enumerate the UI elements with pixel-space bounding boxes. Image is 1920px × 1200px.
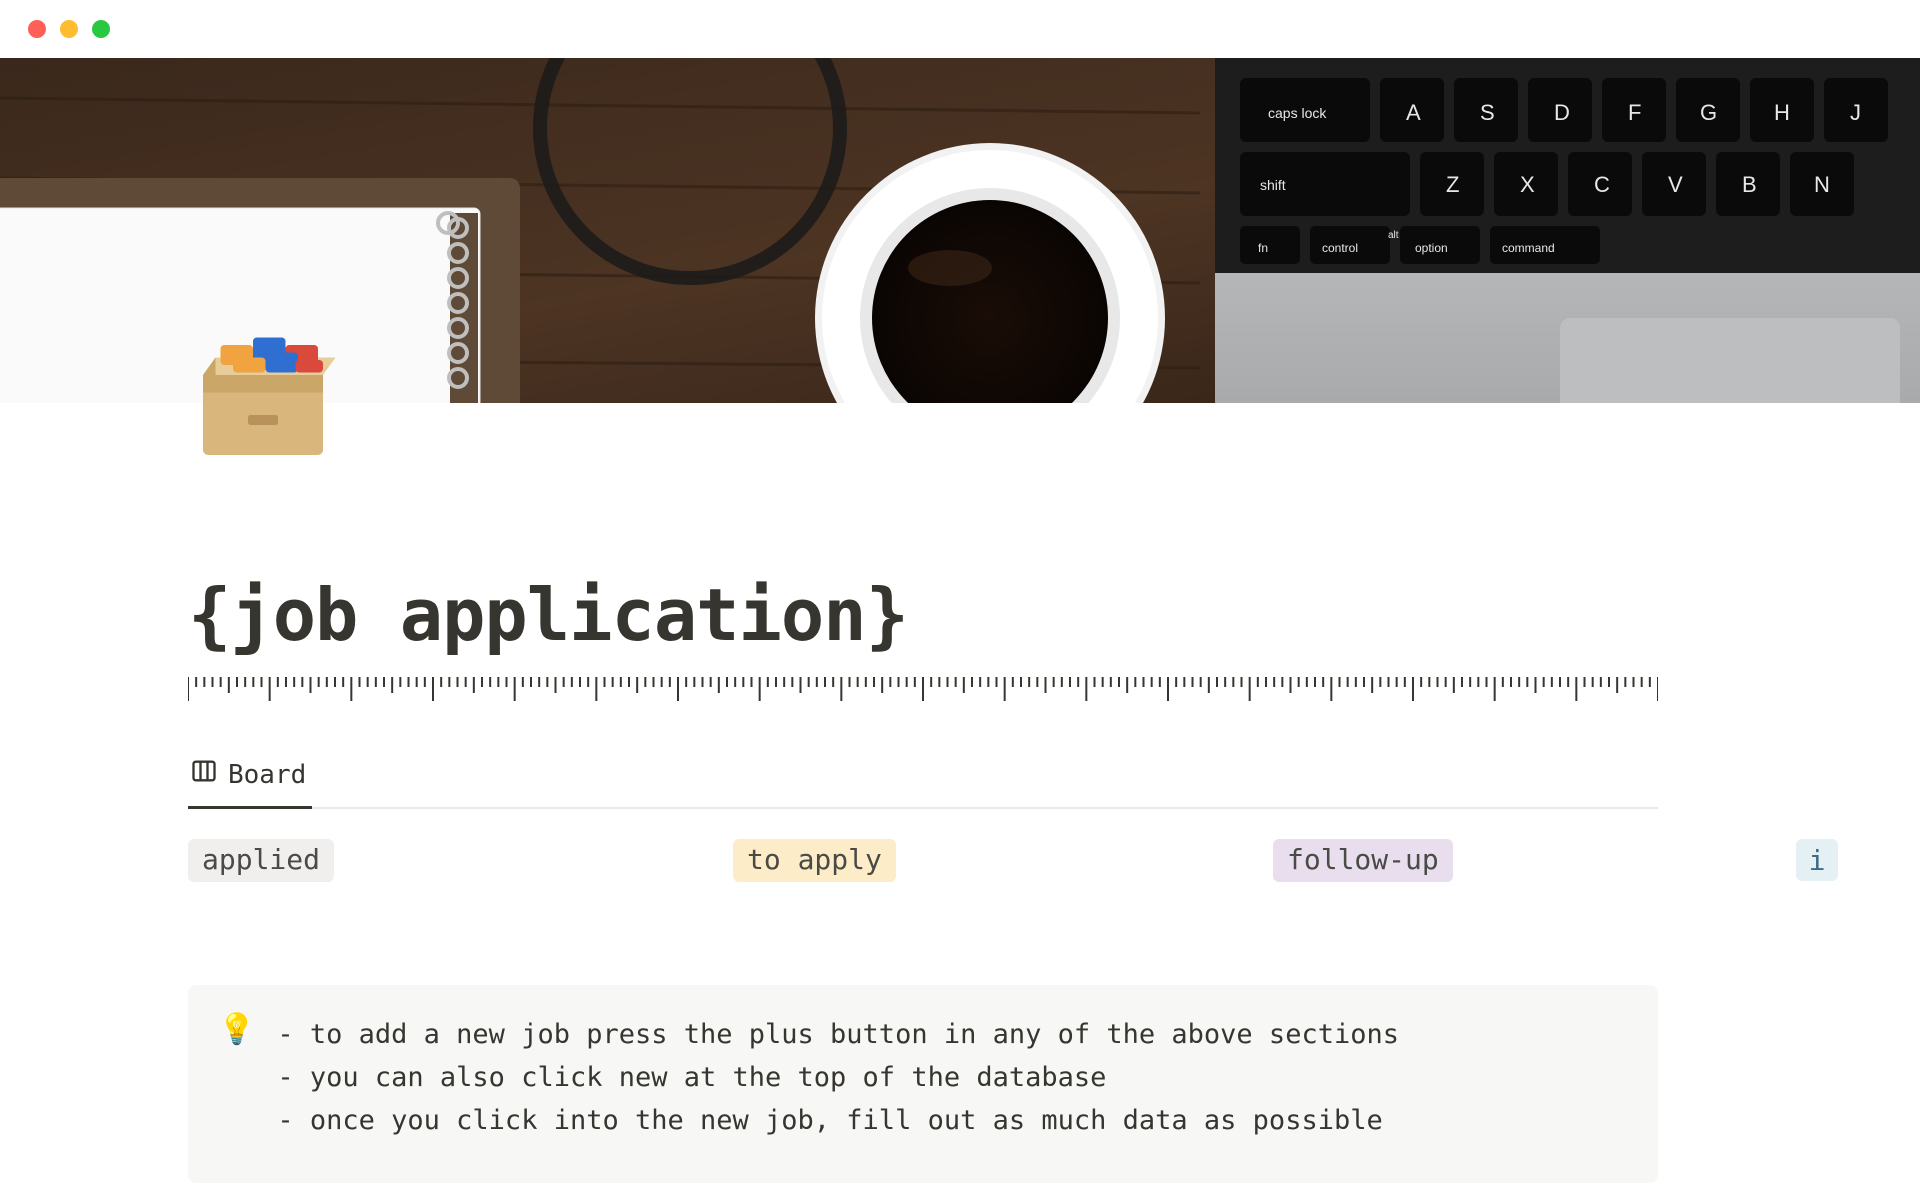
svg-text:A: A (1406, 100, 1421, 125)
tab-label: Board (228, 760, 306, 790)
svg-text:F: F (1628, 100, 1641, 125)
svg-text:B: B (1742, 172, 1757, 197)
svg-text:D: D (1554, 100, 1570, 125)
svg-text:V: V (1668, 172, 1683, 197)
lightbulb-icon: 💡 (218, 1015, 255, 1143)
column-follow-up[interactable]: follow-up (1273, 839, 1453, 882)
info-button[interactable]: i (1796, 839, 1838, 881)
help-callout: 💡 - to add a new job press the plus butt… (188, 985, 1658, 1183)
svg-text:caps lock: caps lock (1268, 105, 1327, 121)
svg-text:X: X (1520, 172, 1535, 197)
svg-text:alt: alt (1388, 230, 1399, 241)
window-titlebar (0, 0, 1920, 58)
svg-text:shift: shift (1260, 177, 1286, 193)
page-title[interactable]: {job application} (188, 573, 1728, 657)
svg-text:N: N (1814, 172, 1830, 197)
column-applied[interactable]: applied (188, 839, 334, 882)
svg-text:J: J (1850, 100, 1861, 125)
svg-text:fn: fn (1258, 241, 1268, 255)
svg-text:option: option (1415, 241, 1448, 255)
svg-text:S: S (1480, 100, 1495, 125)
svg-text:C: C (1594, 172, 1610, 197)
svg-text:command: command (1502, 241, 1555, 255)
page-icon[interactable] (188, 320, 338, 470)
zoom-icon[interactable] (92, 20, 110, 38)
close-icon[interactable] (28, 20, 46, 38)
board-icon (190, 757, 218, 792)
column-to-apply[interactable]: to apply (733, 839, 896, 882)
svg-text:control: control (1322, 241, 1358, 255)
callout-text: - to add a new job press the plus button… (277, 1013, 1399, 1143)
svg-text:H: H (1774, 100, 1790, 125)
tab-board[interactable]: Board (188, 749, 312, 809)
svg-text:G: G (1700, 100, 1717, 125)
view-tabs: Board (188, 749, 1658, 809)
board-columns: applied to apply follow-up i (188, 839, 1658, 895)
minimize-icon[interactable] (60, 20, 78, 38)
ruler-divider (188, 675, 1658, 715)
svg-text:Z: Z (1446, 172, 1459, 197)
